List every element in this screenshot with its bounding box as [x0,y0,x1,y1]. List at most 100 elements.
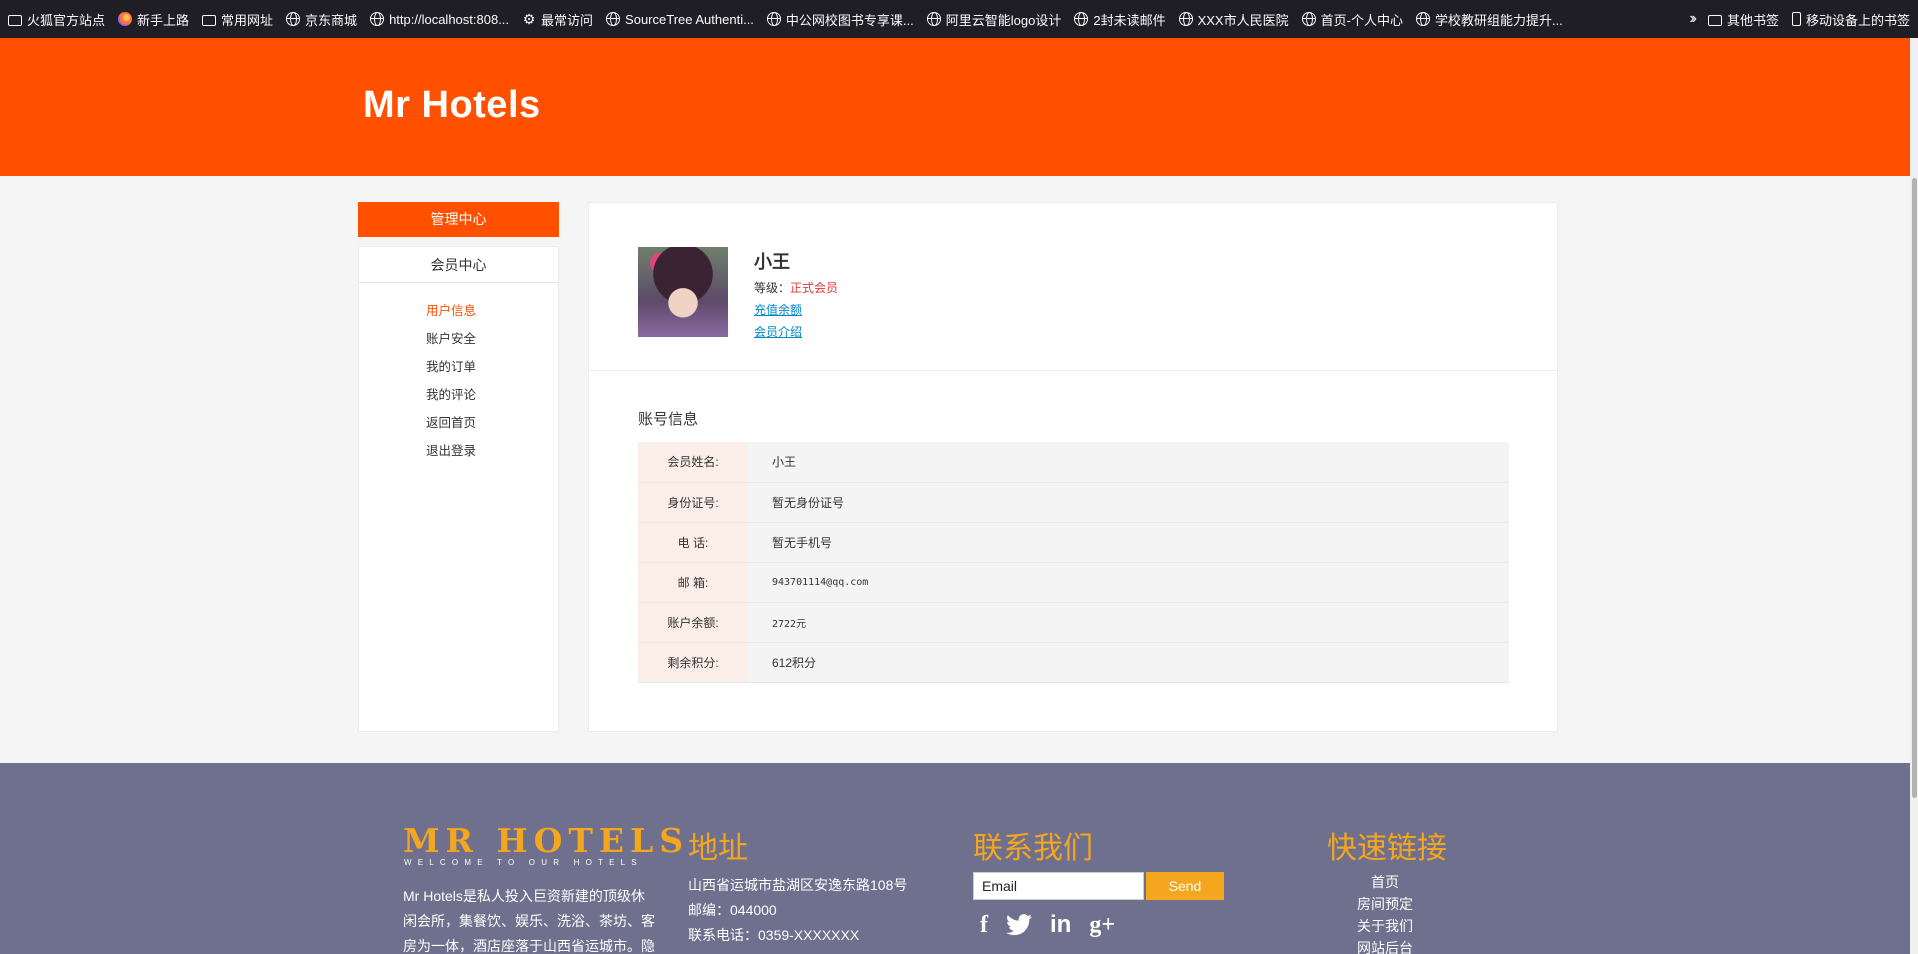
google-plus-icon[interactable]: g+ [1089,911,1115,939]
row-label: 身份证号: [638,482,748,522]
globe-icon [1074,12,1089,26]
bookmark-label: 常用网址 [221,12,274,28]
postcode-line: 邮编：044000 [688,902,777,918]
quick-links-title: 快速链接 [1327,832,1447,865]
send-button[interactable]: Send [1146,872,1224,900]
footer-logo: MR HOTELS [403,821,690,860]
social-links: f in g+ [980,911,1133,939]
sidebar-menu: 用户信息 账户安全 我的订单 我的评论 返回首页 退出登录 [359,283,558,465]
phone-line: 联系电话：0359-XXXXXXX [688,927,860,943]
page-scrollbar[interactable] [1910,38,1918,954]
globe-icon [606,12,621,26]
bookmark-label: 京东商城 [305,12,358,28]
row-value: 2722元 [748,602,1509,642]
row-value: 943701114@qq.com [748,562,1509,602]
twitter-icon[interactable] [1006,914,1032,936]
address-title: 地址 [688,832,748,865]
globe-icon [1301,12,1316,26]
bookmark-item[interactable]: ⚙ 最常访问 [522,10,593,29]
site-footer: MR HOTELS WELCOME TO OUR HOTELS Mr Hotel… [0,763,1918,954]
row-label: 电 话: [638,522,748,562]
table-row: 邮 箱: 943701114@qq.com [638,562,1509,602]
bookmark-label: 新手上路 [137,12,190,28]
bookmark-item[interactable]: 首页-个人中心 [1301,10,1403,29]
sidebar: 会员中心 用户信息 账户安全 我的订单 我的评论 返回首页 退出登录 [358,246,559,732]
phone-icon [1791,12,1801,26]
table-row: 会员姓名: 小王 [638,442,1509,482]
scrollbar-thumb[interactable] [1912,178,1917,798]
bookmark-label: 中公网校图书专享课... [785,12,914,28]
quick-link-about[interactable]: 关于我们 [1316,915,1454,937]
quick-link-admin[interactable]: 网站后台 [1316,937,1454,954]
sidebar-item-my-orders[interactable]: 我的订单 [359,353,558,381]
sidebar-item-logout[interactable]: 退出登录 [359,437,558,465]
account-info-title: 账号信息 [638,411,699,428]
table-row: 账户余额: 2722元 [638,602,1509,642]
address-block: 山西省运城市盐湖区安逸东路108号 邮编：044000 联系电话：0359-XX… [688,873,907,948]
bookmark-item[interactable]: XXX市人民医院 [1178,10,1289,29]
globe-icon [1178,12,1193,26]
sidebar-item-my-reviews[interactable]: 我的评论 [359,381,558,409]
quick-link-booking[interactable]: 房间预定 [1316,893,1454,915]
quick-links: 首页 房间预定 关于我们 网站后台 [1316,871,1454,954]
globe-icon [1415,12,1430,26]
bookmark-label: SourceTree Authenti... [625,11,754,27]
bookmark-item[interactable]: 2封未读邮件 [1074,10,1166,29]
facebook-icon[interactable]: f [980,911,988,939]
bookmark-label: 最常访问 [541,12,594,28]
footer-tagline: WELCOME TO OUR HOTELS [404,858,643,867]
bookmark-label: XXX市人民医院 [1197,12,1289,28]
row-label: 会员姓名: [638,442,748,482]
bookmark-item[interactable]: SourceTree Authenti... [606,12,754,27]
sidebar-item-user-info[interactable]: 用户信息 [359,297,558,325]
bookmark-label: 2封未读邮件 [1093,12,1166,28]
globe-icon [766,12,781,26]
avatar [638,247,728,337]
member-intro-link[interactable]: 会员介绍 [754,323,802,340]
sidebar-item-account-security[interactable]: 账户安全 [359,325,558,353]
bookmark-item[interactable]: 新手上路 [118,10,189,29]
site-header: Mr Hotels [0,38,1918,176]
bookmarks-overflow: ›› 其他书签 移动设备上的书签 [1689,0,1910,38]
other-bookmarks[interactable]: 其他书签 [1707,10,1779,29]
member-level: 等级：正式会员 [754,279,838,296]
linkedin-icon[interactable]: in [1050,911,1071,939]
row-value: 小王 [748,442,1509,482]
folder-icon [202,14,217,26]
row-label: 账户余额: [638,602,748,642]
recharge-link[interactable]: 充值余额 [754,301,802,318]
site-logo[interactable]: Mr Hotels [363,84,541,127]
bookmark-item[interactable]: 学校教研组能力提升... [1415,10,1563,29]
bookmark-item[interactable]: 中公网校图书专享课... [766,10,914,29]
other-bookmarks-label: 其他书签 [1726,12,1779,28]
profile-name: 小王 [754,252,790,272]
bookmark-item[interactable]: 火狐官方站点 [8,10,105,29]
row-value: 612积分 [748,642,1509,682]
address-line: 山西省运城市盐湖区安逸东路108号 [688,877,908,893]
level-value: 正式会员 [790,281,839,295]
mobile-bookmarks[interactable]: 移动设备上的书签 [1791,10,1910,29]
row-label: 邮 箱: [638,562,748,602]
row-value: 暂无手机号 [748,522,1509,562]
bookmark-item[interactable]: 阿里云智能logo设计 [926,10,1061,29]
member-center-title: 会员中心 [359,247,558,283]
table-row: 身份证号: 暂无身份证号 [638,482,1509,522]
bookmark-item[interactable]: 常用网址 [202,10,273,29]
quick-link-home[interactable]: 首页 [1316,871,1454,893]
sidebar-item-home[interactable]: 返回首页 [359,409,558,437]
footer-description: Mr Hotels是私人投入巨资新建的顶级休闲会所，集餐饮、娱乐、洗浴、茶坊、客… [403,888,655,954]
row-label: 剩余积分: [638,642,748,682]
level-label: 等级： [754,281,791,295]
user-info-panel: 小王 等级：正式会员 充值余额 会员介绍 账号信息 会员姓名: 小王 身份证号: 暂… [588,202,1558,732]
bookmark-item[interactable]: 京东商城 [286,10,357,29]
contact-title: 联系我们 [973,832,1093,865]
bookmark-item[interactable]: http://localhost:808... [370,12,509,27]
management-center-header: 管理中心 [358,202,559,237]
chevron-right-icon[interactable]: ›› [1689,10,1696,28]
globe-icon [370,12,385,26]
table-row: 剩余积分: 612积分 [638,642,1509,682]
globe-icon [926,12,941,26]
folder-icon [1707,14,1722,26]
firefox-icon [118,12,133,26]
email-field[interactable] [973,872,1144,900]
